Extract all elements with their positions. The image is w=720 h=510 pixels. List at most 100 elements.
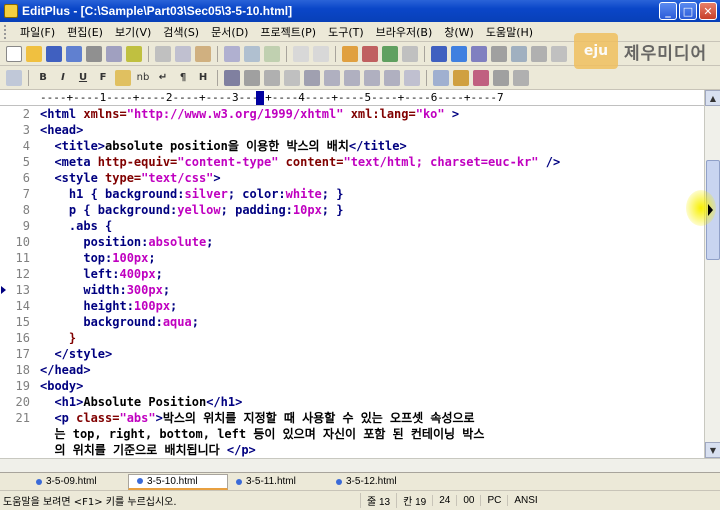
font-button[interactable]: F xyxy=(95,70,111,86)
print-preview-icon[interactable] xyxy=(106,45,122,62)
redo-icon[interactable] xyxy=(313,45,329,62)
menu-search[interactable]: 검색(S) xyxy=(157,24,205,40)
paste-icon[interactable] xyxy=(195,45,211,62)
css-icon[interactable] xyxy=(433,69,449,86)
menu-tools[interactable]: 도구(T) xyxy=(322,24,370,40)
tab-3-5-10[interactable]: 3-5-10.html xyxy=(128,473,228,490)
replace-icon[interactable] xyxy=(244,45,260,62)
code-line[interactable]: 16 } xyxy=(0,330,704,346)
color-icon[interactable] xyxy=(115,69,131,86)
cascade-icon[interactable] xyxy=(551,45,567,62)
code-line[interactable]: 17 </style> xyxy=(0,346,704,362)
maximize-button[interactable]: □ xyxy=(679,2,697,20)
code-line[interactable]: 8 p { background:yellow; padding:10px; } xyxy=(0,202,704,218)
align-center-icon[interactable] xyxy=(344,69,360,86)
window-list-icon[interactable] xyxy=(511,45,527,62)
scroll-up-icon[interactable]: ▲ xyxy=(705,90,720,106)
bold-button[interactable]: B xyxy=(35,70,51,86)
tab-3-5-11[interactable]: 3-5-11.html xyxy=(228,474,328,490)
table-icon[interactable] xyxy=(304,69,320,86)
app-icon[interactable] xyxy=(4,4,18,18)
code-line[interactable]: 5 <meta http-equiv="content-type" conten… xyxy=(0,154,704,170)
horizontal-scrollbar[interactable] xyxy=(0,458,720,472)
code-line[interactable]: 9 .abs { xyxy=(0,218,704,234)
code-line[interactable]: 13 width:300px; xyxy=(0,282,704,298)
hr-icon[interactable] xyxy=(264,69,280,86)
code-editor[interactable]: 2 <html xmlns="http://www.w3.org/1999/xht… xyxy=(0,106,704,458)
cut-icon[interactable] xyxy=(155,45,171,62)
directory-icon[interactable] xyxy=(382,45,398,62)
image-icon[interactable] xyxy=(244,69,260,86)
menu-help[interactable]: 도움말(H) xyxy=(480,24,539,40)
title-bar[interactable]: EditPlus - [C:\Sample\Part03\Sec05\3-5-1… xyxy=(0,0,720,22)
comment-icon[interactable] xyxy=(284,69,300,86)
code-line[interactable]: 2 <html xmlns="http://www.w3.org/1999/xht… xyxy=(0,106,704,122)
align-left-icon[interactable] xyxy=(324,69,340,86)
close-button[interactable]: ✕ xyxy=(699,2,717,20)
ruler-icon[interactable] xyxy=(471,45,487,62)
palette-icon[interactable] xyxy=(473,69,489,86)
code-line[interactable]: 7 h1 { background:silver; color:white; } xyxy=(0,186,704,202)
menu-edit[interactable]: 편집(E) xyxy=(61,24,109,40)
code-line[interactable]: 는 top, right, bottom, left 등이 있으며 자신이 포함… xyxy=(0,426,704,442)
code-line[interactable]: 6 <style type="text/css"> xyxy=(0,170,704,186)
cliptext-icon[interactable] xyxy=(402,45,418,62)
menu-grip[interactable] xyxy=(4,24,10,39)
paragraph-button[interactable]: ¶ xyxy=(175,70,191,86)
undo-icon[interactable] xyxy=(293,45,309,62)
code-line[interactable]: 18 </head> xyxy=(0,362,704,378)
find-icon[interactable] xyxy=(224,45,240,62)
menu-browser[interactable]: 브라우저(B) xyxy=(370,24,439,40)
line-number-icon[interactable] xyxy=(491,45,507,62)
open-folder-icon[interactable] xyxy=(26,45,42,62)
menu-window[interactable]: 창(W) xyxy=(438,24,480,40)
input-icon[interactable] xyxy=(404,69,420,86)
clip-icon[interactable] xyxy=(342,45,358,62)
copy-icon[interactable] xyxy=(175,45,191,62)
code-line[interactable]: 14 height:100px; xyxy=(0,298,704,314)
browser-icon[interactable] xyxy=(513,69,529,86)
code-line[interactable]: 20 <h1>Absolute Position</h1> xyxy=(0,394,704,410)
html-toolbar-icon[interactable] xyxy=(6,69,22,86)
menu-view[interactable]: 보기(V) xyxy=(109,24,157,40)
italic-button[interactable]: I xyxy=(55,70,71,86)
list-icon[interactable] xyxy=(364,69,380,86)
minimize-button[interactable]: _ xyxy=(659,2,677,20)
tab-3-5-12[interactable]: 3-5-12.html xyxy=(328,474,428,490)
code-line[interactable]: 11 top:100px; xyxy=(0,250,704,266)
nbsp-button[interactable]: nb xyxy=(135,70,151,86)
javascript-icon[interactable] xyxy=(453,69,469,86)
code-line[interactable]: 4 <title>absolute position을 이용한 박스의 배치</… xyxy=(0,138,704,154)
underline-button[interactable]: U xyxy=(75,70,91,86)
code-line[interactable]: 의 위치를 기준으로 배치됩니다 </p> xyxy=(0,442,704,458)
brush-icon[interactable] xyxy=(362,45,378,62)
preview-icon[interactable] xyxy=(493,69,509,86)
menu-file[interactable]: 파일(F) xyxy=(14,24,61,40)
goto-icon[interactable] xyxy=(264,45,280,62)
code-line[interactable]: 10 position:absolute; xyxy=(0,234,704,250)
tab-3-5-09[interactable]: 3-5-09.html xyxy=(28,474,128,490)
scroll-down-icon[interactable]: ▼ xyxy=(705,442,720,458)
code-line[interactable]: 3 <head> xyxy=(0,122,704,138)
font-icon[interactable] xyxy=(431,45,447,62)
line-number: 8 xyxy=(22,203,30,217)
code-line[interactable]: 19 <body> xyxy=(0,378,704,394)
spellcheck-icon[interactable] xyxy=(126,45,142,62)
save-all-icon[interactable] xyxy=(66,45,82,62)
code-line[interactable]: 12 left:400px; xyxy=(0,266,704,282)
menu-project[interactable]: 프로젝트(P) xyxy=(254,24,322,40)
form-icon[interactable] xyxy=(384,69,400,86)
code-line[interactable]: 15 background:aqua; xyxy=(0,314,704,330)
print-icon[interactable] xyxy=(86,45,102,62)
line-break-button[interactable]: ↵ xyxy=(155,70,171,86)
menu-document[interactable]: 문서(D) xyxy=(205,24,254,40)
save-icon[interactable] xyxy=(46,45,62,62)
line-number: 17 xyxy=(15,347,30,361)
new-file-icon[interactable] xyxy=(6,45,22,62)
vertical-scrollbar[interactable]: ▲ ▼ xyxy=(704,90,720,458)
code-line[interactable]: 21 <p class="abs">박스의 위치를 지정할 때 사용할 수 있는… xyxy=(0,410,704,426)
tile-icon[interactable] xyxy=(531,45,547,62)
word-wrap-icon[interactable] xyxy=(451,45,467,62)
heading-button[interactable]: H xyxy=(195,70,211,86)
anchor-icon[interactable] xyxy=(224,69,240,86)
